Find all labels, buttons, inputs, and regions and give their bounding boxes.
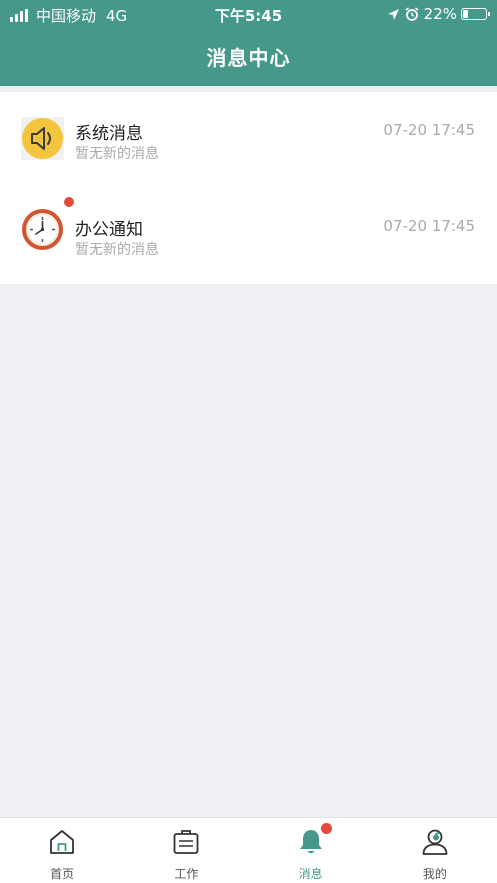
home-icon xyxy=(50,830,75,854)
tab-home[interactable]: 首页 xyxy=(0,818,124,883)
battery-percent: 22% xyxy=(423,5,457,23)
message-time: 07-20 17:45 xyxy=(383,217,475,235)
bell-icon xyxy=(299,830,322,854)
briefcase-icon xyxy=(173,830,199,854)
page-title: 消息中心 xyxy=(206,46,291,70)
message-item-office[interactable]: 办公通知 暂无新的消息 07-20 17:45 xyxy=(0,188,497,284)
tab-work[interactable]: 工作 xyxy=(124,818,248,883)
clock-icon xyxy=(22,209,63,250)
status-bar: 中国移动 4G 下午5:45 22% xyxy=(0,0,497,28)
speaker-icon xyxy=(21,117,64,160)
tab-label: 我的 xyxy=(422,867,447,881)
tab-messages[interactable]: 消息 xyxy=(249,818,373,883)
app-header: 中国移动 4G 下午5:45 22% 消息中心 xyxy=(0,0,497,86)
tab-badge xyxy=(320,823,332,834)
message-title: 系统消息 xyxy=(75,124,143,144)
user-icon xyxy=(422,829,448,855)
alarm-icon xyxy=(405,7,419,21)
message-subtitle: 暂无新的消息 xyxy=(75,146,159,162)
tab-mine[interactable]: 我的 xyxy=(373,818,497,883)
status-right: 22% xyxy=(387,5,490,23)
message-title: 办公通知 xyxy=(75,220,143,240)
message-item-system[interactable]: 系统消息 暂无新的消息 07-20 17:45 xyxy=(0,92,497,188)
unread-badge xyxy=(64,197,74,207)
tab-label: 消息 xyxy=(298,867,323,881)
tab-label: 工作 xyxy=(174,867,199,881)
location-arrow-icon xyxy=(387,8,399,20)
tab-label: 首页 xyxy=(50,867,75,881)
message-list: 系统消息 暂无新的消息 07-20 17:45 办公通知 暂无新的消息 07-2… xyxy=(0,92,497,284)
tab-bar: 首页 工作 消息 我的 xyxy=(0,817,497,883)
message-time: 07-20 17:45 xyxy=(383,121,475,139)
battery-icon xyxy=(461,8,490,20)
message-subtitle: 暂无新的消息 xyxy=(75,242,159,258)
